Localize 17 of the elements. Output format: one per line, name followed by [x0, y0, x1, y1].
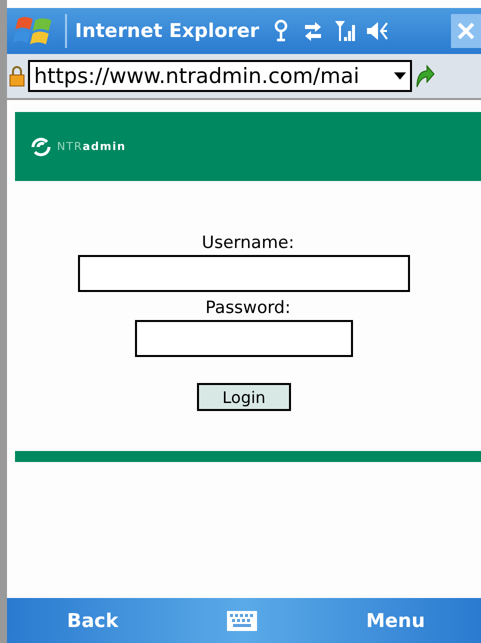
password-label: Password:: [204, 298, 291, 318]
password-field[interactable]: [135, 320, 353, 357]
go-arrow-icon[interactable]: [415, 63, 435, 89]
back-softkey[interactable]: Back: [67, 610, 118, 632]
username-field[interactable]: [78, 255, 410, 292]
window-title: Internet Explorer: [75, 20, 260, 42]
padlock-icon: [9, 65, 25, 87]
address-field[interactable]: https://www.ntradmin.com/mai: [28, 60, 412, 92]
close-icon: [456, 21, 476, 41]
dropdown-arrow-icon[interactable]: [394, 72, 406, 80]
signal-icon[interactable]: [333, 19, 357, 43]
username-label: Username:: [200, 233, 294, 253]
logo-text: NTRadmin: [57, 140, 126, 153]
login-button[interactable]: Login: [197, 383, 291, 411]
keyboard-icon[interactable]: [226, 610, 258, 632]
menu-softkey[interactable]: Menu: [366, 610, 425, 632]
speaker-icon[interactable]: [365, 19, 389, 43]
